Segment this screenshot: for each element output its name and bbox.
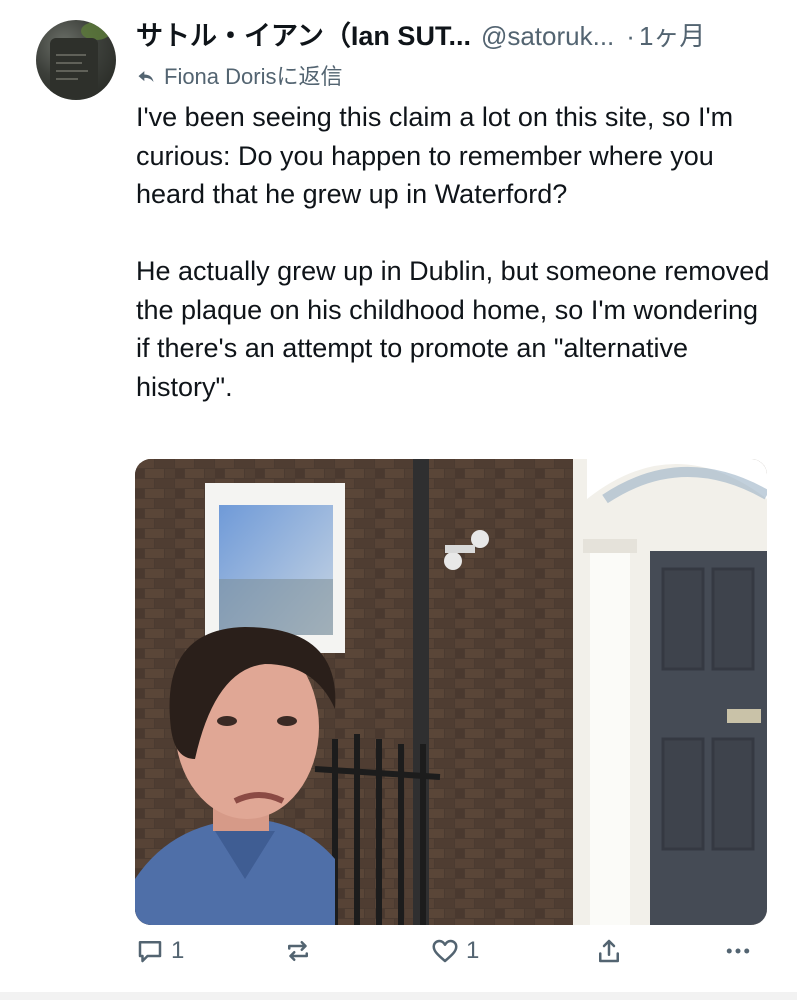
post-photo[interactable] xyxy=(135,459,767,925)
reply-arrow-icon xyxy=(138,71,154,82)
avatar-inscription xyxy=(56,78,78,80)
reply-button[interactable]: 1 xyxy=(135,936,184,966)
separator-dot: · xyxy=(626,21,635,51)
photo-illustration xyxy=(135,459,767,925)
avatar-inscription xyxy=(56,62,82,64)
post-paragraph: He actually grew up in Dublin, but someo… xyxy=(136,256,770,402)
retweet-button[interactable] xyxy=(283,936,319,966)
action-bar: 1 1 xyxy=(135,936,775,980)
author-name[interactable]: サトル・イアン（Ian SUT... xyxy=(136,18,471,54)
post-time[interactable]: 1ヶ月 xyxy=(639,18,705,54)
avatar-inscription xyxy=(56,70,88,72)
post-header: サトル・イアン（Ian SUT... @satoruk... · 1ヶ月 xyxy=(136,18,776,54)
reply-icon xyxy=(138,941,162,963)
author-handle[interactable]: @satoruk... xyxy=(481,18,614,54)
share-button[interactable] xyxy=(594,936,624,966)
post-paragraph: I've been seeing this claim a lot on thi… xyxy=(136,102,734,209)
avatar-inscription xyxy=(56,54,86,56)
reply-context[interactable]: Fiona Dorisに返信 xyxy=(136,62,342,92)
avatar-stone xyxy=(50,38,98,98)
share-icon xyxy=(599,939,619,963)
reply-to-label: Fiona Dorisに返信 xyxy=(164,64,343,89)
more-dots-icon xyxy=(726,948,750,954)
reply-count: 1 xyxy=(171,937,185,964)
avatar[interactable] xyxy=(36,20,116,100)
more-button[interactable] xyxy=(723,936,753,966)
like-button[interactable]: 1 xyxy=(430,936,479,966)
post-text: I've been seeing this claim a lot on thi… xyxy=(136,98,776,406)
retweet-icon xyxy=(288,941,308,961)
heart-icon xyxy=(432,939,458,963)
like-count: 1 xyxy=(466,937,480,964)
bottom-divider xyxy=(0,992,797,1000)
